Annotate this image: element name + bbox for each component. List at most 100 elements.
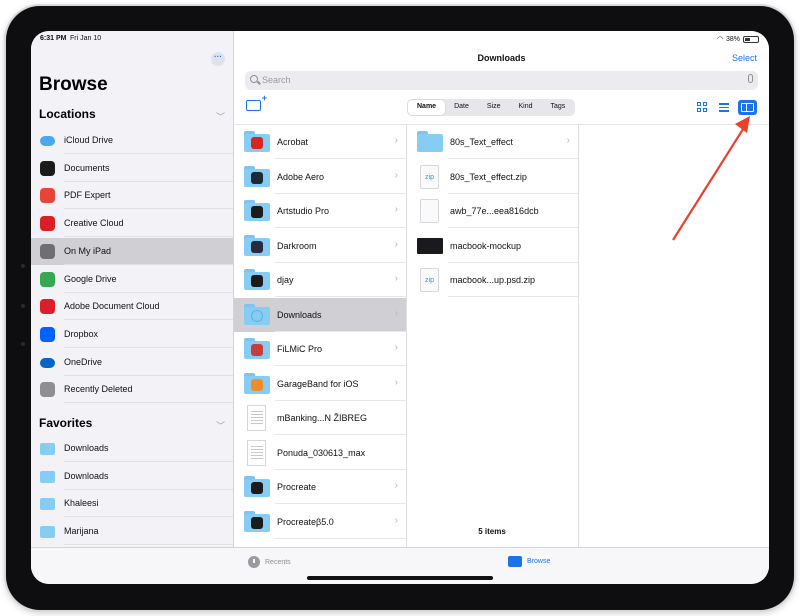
chevron-right-icon: › — [394, 169, 398, 181]
folder-icon — [40, 526, 55, 539]
column-1-row[interactable]: › FiLMiC Pro — [234, 332, 406, 366]
home-indicator[interactable] — [307, 576, 493, 580]
sidebar-favorite-downloads[interactable]: Downloads — [31, 435, 233, 462]
sidebar-item-pdf-expert[interactable]: PDF Expert — [31, 182, 233, 210]
sidebar-item-recently-deleted[interactable]: Recently Deleted — [31, 376, 233, 404]
sidebar-item-dropbox[interactable]: Dropbox — [31, 321, 233, 348]
sort-name[interactable]: Name — [408, 100, 446, 115]
tab-recents-label: Recents — [265, 558, 291, 566]
column-1-row[interactable]: › GarageBand for iOS — [234, 367, 406, 401]
column-1-row[interactable]: › Darkroom — [234, 229, 406, 263]
sidebar-item-google-drive[interactable]: Google Drive — [31, 266, 233, 293]
locations-collapse-chevron-icon[interactable]: ﹀ — [216, 110, 225, 123]
sidebar-item-on-my-ipad[interactable]: On My iPad — [31, 237, 233, 265]
sort-tags[interactable]: Tags — [542, 100, 575, 115]
document-thumbnail-icon — [247, 439, 266, 466]
item-name: 80s_Text_effect — [450, 137, 513, 147]
search-icon — [250, 75, 258, 83]
column-2-row[interactable]: macbook-mockup — [407, 229, 578, 263]
column-2-row[interactable]: zip macbook...up.psd.zip — [407, 263, 578, 297]
column-1-row[interactable]: › Downloads — [234, 297, 406, 332]
sort-kind[interactable]: Kind — [510, 100, 542, 115]
wifi-icon: ◠ — [716, 36, 723, 43]
status-indicators: ◠ 38% — [717, 35, 759, 43]
select-button[interactable]: Select — [732, 53, 757, 63]
sidebar-item-label: Adobe Document Cloud — [64, 301, 160, 312]
item-name: 80s_Text_effect.zip — [450, 171, 527, 182]
sort-size[interactable]: Size — [478, 100, 510, 115]
dropbox-icon — [40, 326, 55, 342]
favorites-collapse-chevron-icon[interactable]: ﹀ — [216, 419, 225, 432]
adobe-document-cloud-icon — [40, 299, 55, 315]
folder-icon — [40, 470, 55, 483]
column-1-row[interactable]: › Adobe Aero — [234, 160, 406, 194]
column-1-row[interactable]: › Procreate — [234, 470, 406, 504]
column-view-icon[interactable] — [738, 99, 757, 115]
column-divider — [578, 124, 579, 547]
sidebar-favorite-marijana[interactable]: Marijana — [31, 518, 233, 546]
status-time: 6:31 PM — [40, 35, 67, 42]
search-field[interactable]: Search — [245, 71, 758, 90]
file-icon — [420, 199, 439, 223]
sidebar-item-label: Khaleesi — [64, 498, 99, 509]
more-options-button[interactable]: ··· — [211, 52, 225, 66]
file-extension: zip — [425, 173, 434, 181]
sort-segmented-control: Name Date Size Kind Tags — [407, 99, 576, 116]
side-sensor-icon — [21, 304, 25, 308]
sidebar-item-label: iCloud Drive — [64, 135, 114, 145]
sidebar-item-documents[interactable]: Documents — [31, 155, 233, 182]
tab-recents[interactable]: Recents — [248, 556, 291, 568]
folder-icon — [508, 556, 522, 567]
column-1-row[interactable]: › djay — [234, 263, 406, 297]
column-1-row[interactable]: › Procreateβ5.0 — [234, 505, 406, 539]
sidebar-item-onedrive[interactable]: OneDrive — [31, 349, 233, 376]
item-name: Acrobat — [277, 137, 309, 147]
sidebar-favorite-downloads[interactable]: Downloads — [31, 463, 233, 490]
chevron-right-icon: › — [566, 135, 570, 146]
trash-icon — [40, 382, 55, 398]
item-name: macbook-mockup — [450, 240, 522, 251]
sidebar-favorite-khaleesi[interactable]: Khaleesi — [31, 490, 233, 518]
column-1-row[interactable]: Ponuda_030613_max — [234, 436, 406, 470]
column-2-row[interactable]: zip 80s_Text_effect.zip — [407, 160, 578, 194]
sort-date[interactable]: Date — [445, 100, 478, 115]
sidebar-item-label: Documents — [64, 162, 110, 173]
folder-title: Downloads — [477, 53, 526, 63]
folder-icon — [40, 443, 55, 455]
search-placeholder: Search — [262, 75, 291, 85]
status-date: Fri Jan 10 — [70, 35, 102, 42]
column-1-row[interactable]: › Acrobat — [234, 125, 406, 159]
pdf-expert-icon — [40, 188, 55, 204]
divider — [64, 544, 233, 546]
column-2-row[interactable]: › 80s_Text_effect — [407, 125, 578, 159]
page-title: Browse — [39, 74, 108, 95]
new-folder-icon[interactable] — [246, 93, 267, 111]
tab-browse[interactable]: Browse — [508, 556, 550, 567]
chevron-right-icon: › — [394, 135, 398, 146]
sidebar-item-label: Marijana — [64, 526, 99, 537]
battery-percent: 38% — [725, 35, 740, 43]
list-view-icon[interactable] — [716, 99, 732, 115]
side-sensor-icon — [21, 264, 25, 268]
column-2-row[interactable]: awb_77e...eea816dcb — [407, 194, 578, 228]
main-pane: ◠ 38% Downloads Select Search NameDateSi… — [234, 31, 769, 547]
item-name: Procreateβ5.0 — [277, 516, 334, 527]
folder-icon — [417, 131, 443, 152]
onedrive-icon — [40, 357, 55, 368]
column-1-row[interactable]: mBanking...N ŽIBREG — [234, 401, 406, 435]
documents-app-icon — [40, 160, 55, 176]
sidebar-item-label: Recently Deleted — [64, 384, 133, 395]
icon-view-icon[interactable] — [694, 99, 710, 115]
microphone-icon[interactable] — [748, 74, 753, 83]
divider — [64, 402, 233, 404]
column-1-row[interactable]: › Artstudio Pro — [234, 194, 406, 228]
ipad-screen: 6:31 PM Fri Jan 10 ··· Browse Locations … — [31, 31, 769, 584]
sidebar-item-icloud-drive[interactable]: iCloud Drive — [31, 127, 233, 154]
sidebar-item-creative-cloud[interactable]: Creative Cloud — [31, 210, 233, 238]
chevron-right-icon: › — [394, 307, 398, 319]
sidebar-item-adobe-document-cloud[interactable]: Adobe Document Cloud — [31, 293, 233, 321]
chevron-right-icon: › — [394, 514, 398, 526]
folder-icon — [244, 303, 270, 325]
folder-icon — [244, 510, 270, 532]
side-sensor-icon — [21, 342, 25, 346]
